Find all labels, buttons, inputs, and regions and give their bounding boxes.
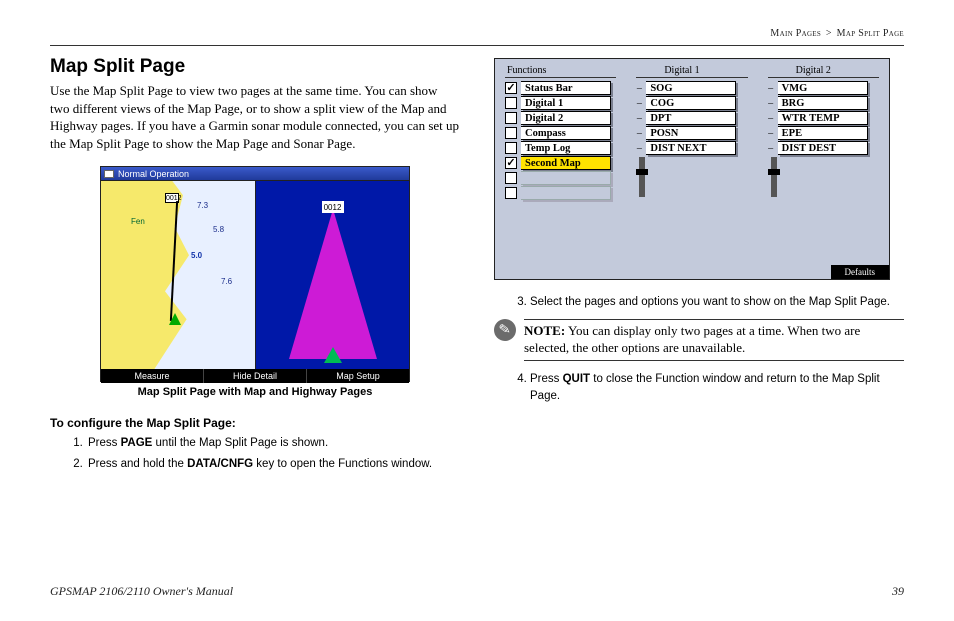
page-title: Map Split Page	[50, 56, 460, 78]
option-label[interactable]: BRG	[778, 96, 868, 110]
tick-icon: –	[768, 143, 774, 154]
softkey-defaults[interactable]: Defaults	[831, 265, 890, 279]
figure-left-pane: 0012 7.3 5.8 5.0 7.6 Fen	[101, 181, 256, 369]
functions-option[interactable]: Second Map	[505, 156, 616, 170]
header-rule	[50, 45, 904, 46]
functions-header: Functions	[505, 65, 616, 78]
option-label[interactable]: COG	[646, 96, 736, 110]
tick-icon: –	[636, 143, 642, 154]
option-label[interactable]: Status Bar	[521, 81, 611, 95]
figure-map-split: Normal Operation 0012 7.3 5.8 5.0 7.6 Fe…	[100, 166, 410, 382]
intro-paragraph: Use the Map Split Page to view two pages…	[50, 82, 460, 152]
figure-functions-window: Functions Status BarDigital 1Digital 2Co…	[494, 58, 890, 280]
digital2-header: Digital 2	[768, 65, 879, 78]
option-label[interactable]: DIST NEXT	[646, 141, 736, 155]
digital-option[interactable]: –EPE	[768, 126, 879, 140]
checkbox-icon[interactable]	[505, 187, 517, 199]
page-footer: GPSMAP 2106/2110 Owner's Manual 39	[50, 578, 904, 599]
step-3: Select the pages and options you want to…	[530, 294, 904, 311]
option-label[interactable]: SOG	[646, 81, 736, 95]
figure-caption: Map Split Page with Map and Highway Page…	[50, 386, 460, 398]
option-label[interactable]: VMG	[778, 81, 868, 95]
option-label[interactable]: Compass	[521, 126, 611, 140]
tick-icon: –	[636, 128, 642, 139]
functions-option[interactable]: Compass	[505, 126, 616, 140]
tick-icon: –	[636, 98, 642, 109]
option-label[interactable]: EPE	[778, 126, 868, 140]
digital-option[interactable]: –BRG	[768, 96, 879, 110]
breadcrumb-section: Main Pages	[770, 28, 821, 39]
checkbox-icon[interactable]	[505, 82, 517, 94]
footer-title: GPSMAP 2106/2110 Owner's Manual	[50, 584, 233, 599]
digital-option[interactable]: –DIST NEXT	[636, 141, 747, 155]
flag-icon	[104, 170, 114, 178]
steps-left: Press PAGE until the Map Split Page is s…	[50, 434, 460, 473]
option-label[interactable]: Second Map	[521, 156, 611, 170]
tick-icon: –	[768, 128, 774, 139]
page-number: 39	[892, 584, 904, 599]
slider-digital2[interactable]	[771, 157, 777, 197]
figure-right-pane: 0012	[256, 181, 409, 369]
breadcrumb-sep: >	[826, 28, 832, 39]
boat-icon	[169, 313, 181, 325]
configure-subhead: To configure the Map Split Page:	[50, 416, 460, 430]
boat-icon	[324, 347, 342, 363]
checkbox-icon[interactable]	[505, 142, 517, 154]
step-2: Press and hold the DATA/CNFG key to open…	[86, 455, 460, 473]
option-label[interactable]: Digital 1	[521, 96, 611, 110]
option-label[interactable]: Digital 2	[521, 111, 611, 125]
checkbox-icon[interactable]	[505, 172, 517, 184]
breadcrumb-page: Map Split Page	[837, 28, 904, 39]
softkey-measure[interactable]: Measure	[101, 369, 204, 383]
option-label[interactable]: DIST DEST	[778, 141, 868, 155]
step-4: Press QUIT to close the Function window …	[530, 371, 904, 406]
figure-title-text: Normal Operation	[118, 169, 189, 179]
option-label[interactable]: WTR TEMP	[778, 111, 868, 125]
functions-option[interactable]: Digital 2	[505, 111, 616, 125]
note-text: NOTE: You can display only two pages at …	[524, 319, 904, 361]
steps-right-2: Press QUIT to close the Function window …	[494, 371, 904, 406]
digital-option[interactable]: –DIST DEST	[768, 141, 879, 155]
note: ✎ NOTE: You can display only two pages a…	[494, 319, 904, 361]
option-label[interactable]	[521, 171, 611, 185]
functions-option[interactable]	[505, 186, 616, 200]
checkbox-icon[interactable]	[505, 157, 517, 169]
softkey-map-setup[interactable]: Map Setup	[307, 369, 409, 383]
breadcrumb: Main Pages > Map Split Page	[50, 28, 904, 39]
digital-option[interactable]: –DPT	[636, 111, 747, 125]
checkbox-icon[interactable]	[505, 112, 517, 124]
option-label[interactable]: POSN	[646, 126, 736, 140]
functions-option[interactable]: Status Bar	[505, 81, 616, 95]
checkbox-icon[interactable]	[505, 127, 517, 139]
digital-option[interactable]: –COG	[636, 96, 747, 110]
digital-option[interactable]: –VMG	[768, 81, 879, 95]
figure-titlebar: Normal Operation	[101, 167, 409, 181]
step-1: Press PAGE until the Map Split Page is s…	[86, 434, 460, 452]
functions-option[interactable]	[505, 171, 616, 185]
tick-icon: –	[636, 83, 642, 94]
softkey-hide-detail[interactable]: Hide Detail	[204, 369, 307, 383]
tick-icon: –	[636, 113, 642, 124]
digital-option[interactable]: –SOG	[636, 81, 747, 95]
functions-option[interactable]: Temp Log	[505, 141, 616, 155]
tick-icon: –	[768, 83, 774, 94]
tick-icon: –	[768, 98, 774, 109]
tick-icon: –	[768, 113, 774, 124]
digital-option[interactable]: –POSN	[636, 126, 747, 140]
note-icon: ✎	[494, 319, 516, 341]
figure-bottom-bar: Measure Hide Detail Map Setup	[101, 369, 409, 383]
figure-waypoint-right: 0012	[322, 201, 344, 213]
option-label[interactable]: DPT	[646, 111, 736, 125]
option-label[interactable]	[521, 186, 611, 200]
checkbox-icon[interactable]	[505, 97, 517, 109]
option-label[interactable]: Temp Log	[521, 141, 611, 155]
functions-option[interactable]: Digital 1	[505, 96, 616, 110]
slider-digital1[interactable]	[639, 157, 645, 197]
steps-right: Select the pages and options you want to…	[494, 294, 904, 311]
digital-option[interactable]: –WTR TEMP	[768, 111, 879, 125]
digital1-header: Digital 1	[636, 65, 747, 78]
